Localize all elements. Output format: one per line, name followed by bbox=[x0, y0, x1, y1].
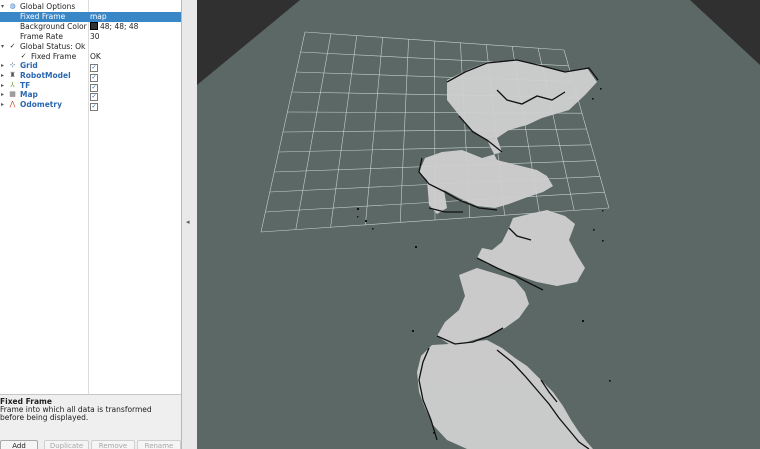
tree-row-global-status[interactable]: ▾ ✓ Global Status: Ok bbox=[0, 42, 181, 52]
robot-icon: ♜ bbox=[9, 71, 16, 79]
expand-arrow-icon[interactable]: ▸ bbox=[1, 61, 7, 71]
tree-row-grid[interactable]: ▸ ⊹ Grid ✓ bbox=[0, 61, 181, 72]
tree-row-fixed-frame[interactable]: Fixed Frame map bbox=[0, 12, 181, 22]
displays-tree: ▾ ◍ Global Options Fixed Frame map Backg… bbox=[0, 0, 181, 395]
color-swatch bbox=[90, 22, 98, 30]
fixed-frame-label: Fixed Frame bbox=[20, 12, 66, 21]
frame-rate-label: Frame Rate bbox=[20, 32, 63, 41]
robotmodel-display-label: RobotModel bbox=[20, 71, 71, 80]
panel-splitter[interactable]: ◂ bbox=[182, 0, 198, 449]
globe-icon: ◍ bbox=[9, 2, 16, 10]
background-color-text: 48; 48; 48 bbox=[100, 22, 139, 31]
global-options-label: Global Options bbox=[20, 2, 76, 11]
duplicate-button[interactable]: Duplicate bbox=[44, 440, 89, 449]
rename-button[interactable]: Rename bbox=[137, 440, 181, 449]
expand-arrow-icon[interactable]: ▸ bbox=[1, 90, 7, 100]
expand-arrow-icon[interactable]: ▸ bbox=[1, 71, 7, 81]
expand-arrow-icon[interactable]: ▾ bbox=[1, 42, 7, 52]
global-status-label: Global Status: Ok bbox=[20, 42, 86, 51]
collapse-left-icon[interactable]: ◂ bbox=[186, 218, 190, 226]
tree-row-robotmodel[interactable]: ▸ ♜ RobotModel ✓ bbox=[0, 71, 181, 82]
checkbox-check-icon: ✓ bbox=[90, 103, 98, 111]
odometry-enable-checkbox[interactable]: ✓ bbox=[90, 100, 98, 111]
grid-display-label: Grid bbox=[20, 61, 38, 70]
render-canvas[interactable] bbox=[197, 0, 760, 449]
map-display-label: Map bbox=[20, 90, 38, 99]
frame-rate-value[interactable]: 30 bbox=[90, 32, 100, 42]
displays-panel: ▾ ◍ Global Options Fixed Frame map Backg… bbox=[0, 0, 182, 449]
tree-row-global-options[interactable]: ▾ ◍ Global Options bbox=[0, 2, 181, 12]
fixed-frame-value[interactable]: map bbox=[90, 12, 107, 22]
background-color-value[interactable]: 48; 48; 48 bbox=[90, 22, 138, 32]
odometry-display-label: Odometry bbox=[20, 100, 62, 109]
odometry-arrow-icon: ⋀ bbox=[9, 100, 16, 108]
grid-icon: ⊹ bbox=[9, 61, 16, 69]
tree-row-frame-rate[interactable]: Frame Rate 30 bbox=[0, 32, 181, 42]
tree-row-odometry[interactable]: ▸ ⋀ Odometry ✓ bbox=[0, 100, 181, 111]
background-color-label: Background Color bbox=[20, 22, 87, 31]
add-button[interactable]: Add bbox=[0, 440, 38, 449]
expand-arrow-icon[interactable]: ▾ bbox=[1, 2, 7, 12]
tree-row-background-color[interactable]: Background Color 48; 48; 48 bbox=[0, 22, 181, 32]
map-icon: ▦ bbox=[9, 90, 16, 98]
3d-render-viewport[interactable] bbox=[197, 0, 760, 449]
property-help-box: Fixed Frame Frame into which all data is… bbox=[0, 397, 181, 437]
display-buttons-bar: Add Duplicate Remove Rename bbox=[0, 440, 181, 449]
help-text: Frame into which all data is transformed… bbox=[0, 405, 152, 422]
remove-button[interactable]: Remove bbox=[91, 440, 135, 449]
tree-row-map[interactable]: ▸ ▦ Map ✓ bbox=[0, 90, 181, 101]
expand-arrow-icon[interactable]: ▸ bbox=[1, 100, 7, 110]
checkmark-icon: ✓ bbox=[9, 42, 16, 50]
